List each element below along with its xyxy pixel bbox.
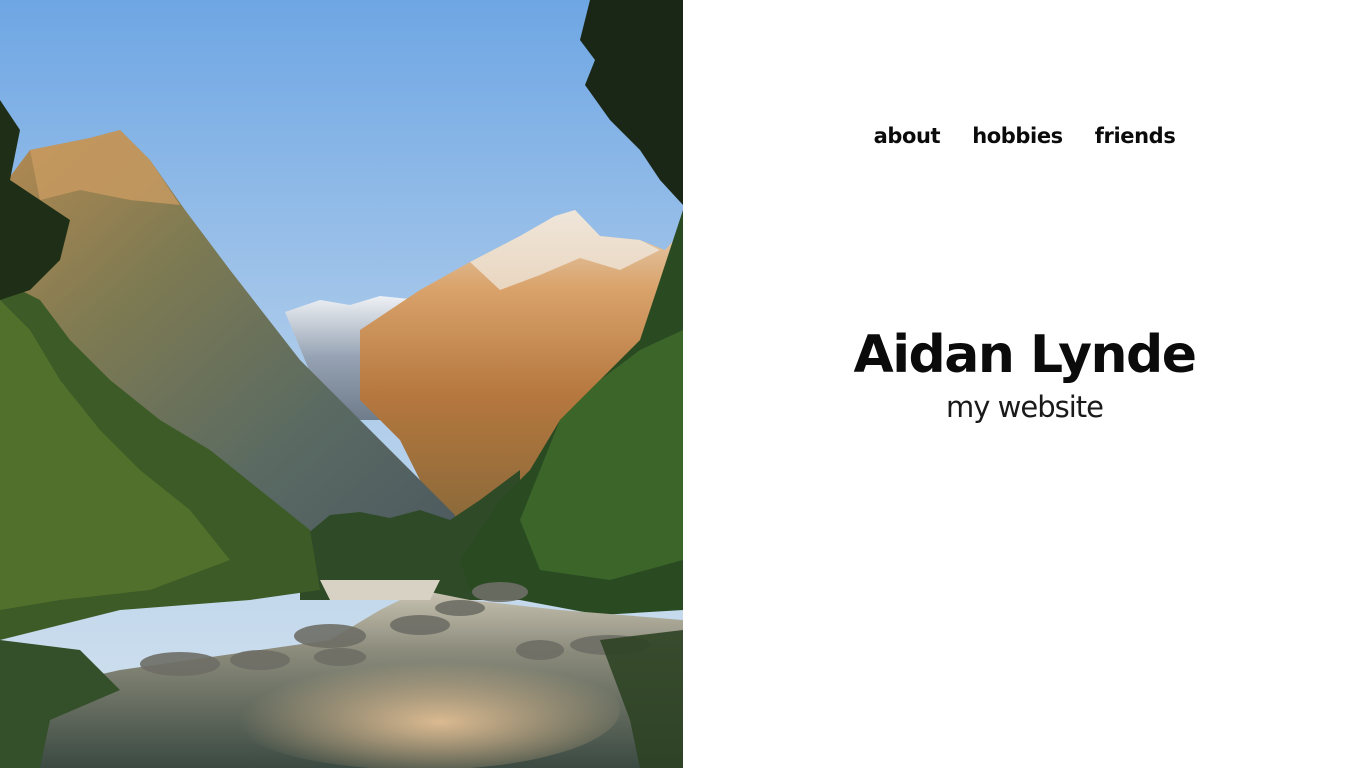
nav-link-about[interactable]: about	[874, 122, 941, 150]
page: about hobbies friends Aidan Lynde my web…	[0, 0, 1366, 768]
nav-link-hobbies[interactable]: hobbies	[972, 122, 1063, 150]
content-pane: about hobbies friends Aidan Lynde my web…	[683, 0, 1366, 768]
site-subtitle: my website	[946, 390, 1104, 424]
site-title: Aidan Lynde	[853, 325, 1197, 385]
main-nav: about hobbies friends	[683, 122, 1366, 150]
hero-heading: Aidan Lynde my website	[683, 322, 1366, 426]
landscape-photo	[0, 0, 683, 768]
nav-link-friends[interactable]: friends	[1095, 122, 1176, 150]
mountain-river-image	[0, 0, 683, 768]
